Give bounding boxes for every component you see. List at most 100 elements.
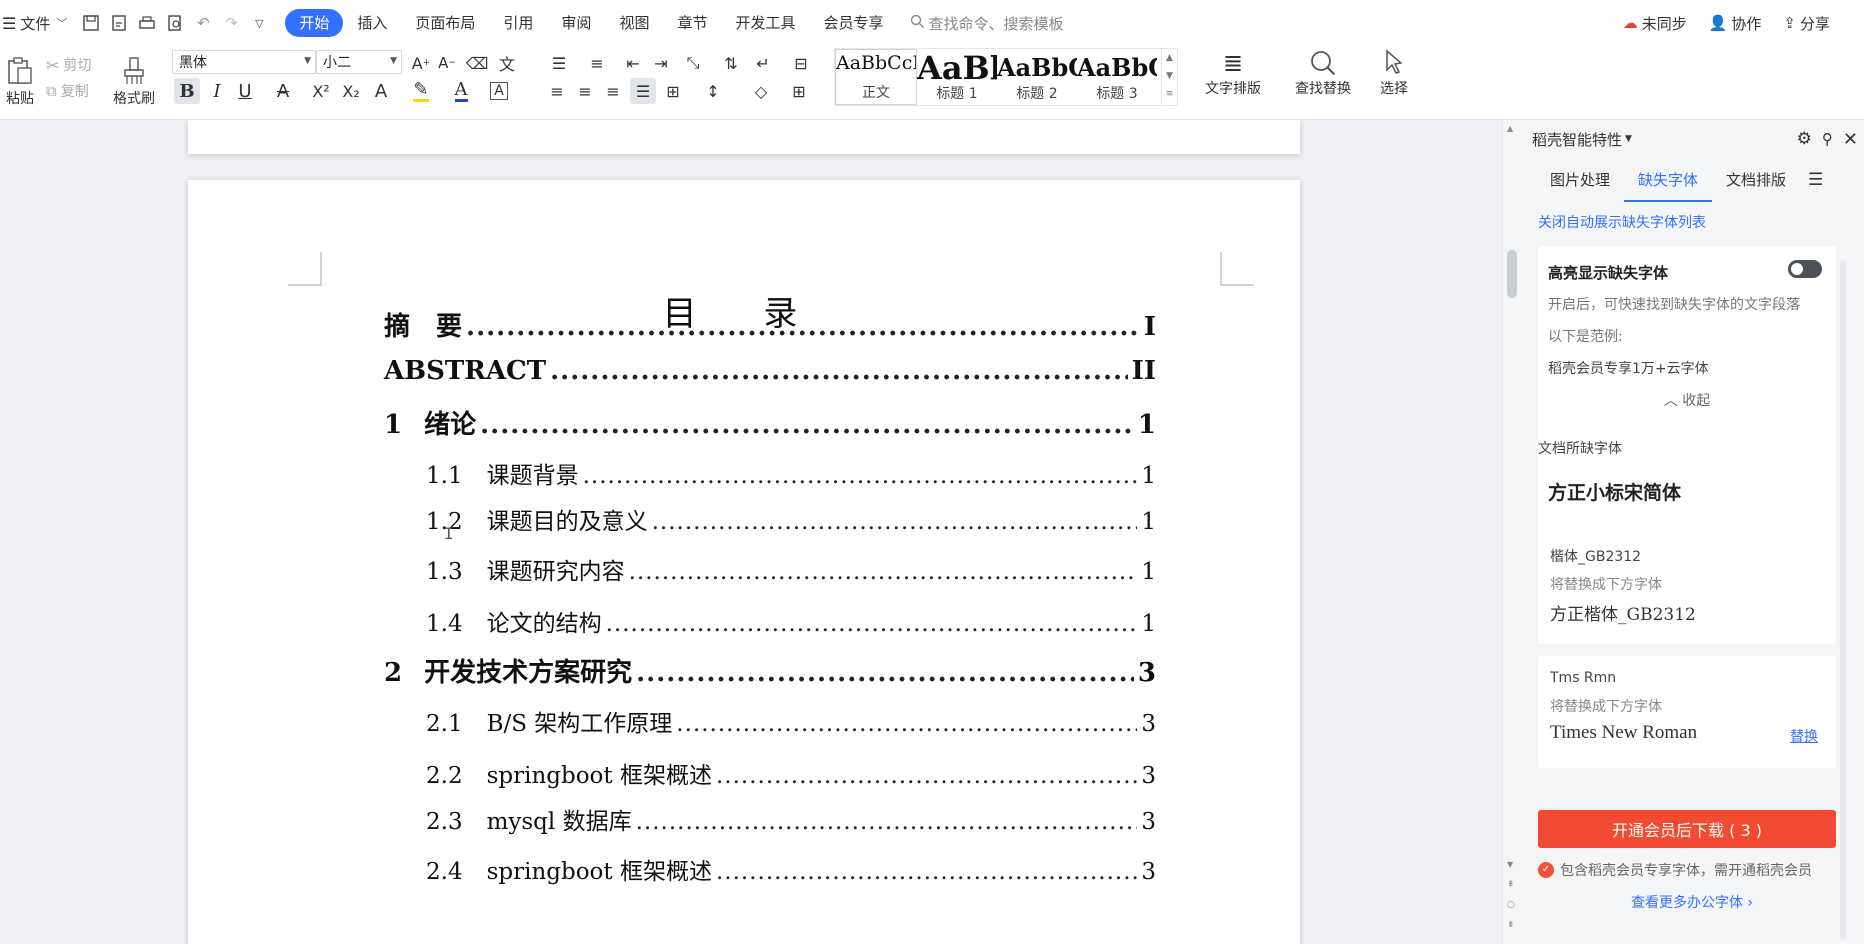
distributed-align-icon[interactable]: ⊞ [660,78,686,104]
tab-developer[interactable]: 开发工具 [721,8,809,38]
show-marks-icon[interactable]: ↵ [750,50,776,76]
style-heading-1[interactable]: AaBl 标题 1 [917,49,997,105]
table-tools-icon[interactable]: ⊟ [788,50,814,76]
toc-entry[interactable]: 2.4 springboot 框架概述......................… [426,852,1156,886]
tab-page-layout[interactable]: 页面布局 [401,8,489,38]
tab-view[interactable]: 视图 [605,8,663,38]
toc-entry[interactable]: 1.4 论文的结构................................… [426,604,1156,638]
underline-button[interactable]: U [232,78,258,104]
text-effect-button[interactable]: A [368,78,394,104]
font-color-button[interactable]: A [448,78,474,104]
print-icon[interactable] [135,11,159,35]
format-painter-button[interactable]: 格式刷 [108,50,160,114]
scrollbar-thumb[interactable] [1507,250,1517,298]
panel-title[interactable]: 稻壳智能特性 [1532,129,1622,150]
more-menu-icon[interactable]: ☰ [1808,170,1823,190]
save-icon[interactable] [79,11,103,35]
sync-status[interactable]: ☁ 未同步 [1623,13,1687,34]
tab-image-processing[interactable]: 图片处理 [1536,158,1624,202]
missing-font-item[interactable]: 方正小标宋简体 [1538,462,1836,520]
style-heading-2[interactable]: AaBbC 标题 2 [997,49,1077,105]
increase-font-icon[interactable]: A + [408,50,434,76]
toc-entry[interactable]: 2.1 B/S 架构工作原理...........................… [426,704,1156,738]
align-right-icon[interactable]: ≡ [600,78,626,104]
collaborate-button[interactable]: 👤 协作 [1709,13,1762,34]
copy-button[interactable]: ⧉ 复制 [46,80,89,102]
more-fonts-link[interactable]: 查看更多办公字体 › [1520,892,1864,912]
decrease-font-icon[interactable]: A − [434,50,460,76]
styles-scroll[interactable]: ▲ ▼ ≡ [1161,49,1177,105]
replace-link[interactable]: 替换 [1790,726,1818,746]
toc-entry[interactable]: 1.3 课题研究内容...............................… [426,552,1156,586]
font-name-select[interactable]: 黑体 ▼ [172,50,316,74]
subscript-button[interactable]: X₂ [338,78,364,104]
chevron-down-icon[interactable]: ▼ [1625,134,1632,144]
tab-insert[interactable]: 插入 [343,8,401,38]
text-direction-icon[interactable]: ⤡ [680,50,706,76]
char-border-button[interactable]: A [486,78,512,104]
clear-format-icon[interactable]: ⌫ [464,50,490,76]
panel-scrollbar[interactable] [1840,260,1846,940]
toc-entry[interactable]: 2.3 mysql 数据库............................… [426,802,1156,836]
font-size-select[interactable]: 小二 ▼ [316,50,402,74]
select-button[interactable]: 选择 [1366,48,1422,104]
italic-button[interactable]: I [204,78,230,104]
quick-access-dropdown-icon[interactable]: ▽ [247,11,271,35]
close-icon[interactable]: ✕ [1843,129,1858,150]
pin-icon[interactable]: ⚲ [1822,130,1833,148]
tab-references[interactable]: 引用 [489,8,547,38]
toc-entry[interactable]: 1 绪论.....................................… [384,404,1156,441]
toc-entry[interactable]: ABSTRACT................................… [384,356,1156,386]
collapse-button[interactable]: ︿ 收起 [1538,390,1836,410]
share-button[interactable]: ⇪ 分享 [1783,13,1830,34]
toc-entry[interactable]: 2.2 springboot 框架概述......................… [426,756,1156,790]
missing-font-item[interactable]: 楷体_GB2312 将替换成下方字体 方正楷体_GB2312 [1538,532,1836,644]
print-preview-icon[interactable] [163,11,187,35]
style-heading-3[interactable]: AaBbC 标题 3 [1077,49,1157,105]
phonetic-guide-icon[interactable]: 文 [494,50,520,76]
download-button[interactable]: 开通会员后下载 ( 3 ) [1538,810,1836,848]
superscript-button[interactable]: X² [308,78,334,104]
cut-button[interactable]: ✂ 剪切 [46,54,91,76]
sort-icon[interactable]: ⇅ [718,50,744,76]
toc-entry[interactable]: 2 开发技术方案研究...............................… [384,652,1156,689]
export-pdf-icon[interactable] [107,11,131,35]
toc-entry[interactable]: 1.1 课题背景.................................… [426,456,1156,490]
file-menu[interactable]: ☰ 文件 ﹀ [0,8,77,38]
line-spacing-icon[interactable]: ↕ [700,78,726,104]
toc-entry[interactable]: 摘 要.....................................… [384,306,1156,343]
bullet-list-icon[interactable]: ☰ [546,50,572,76]
numbered-list-icon[interactable]: ≡ [584,50,610,76]
undo-icon[interactable]: ↶ [191,11,215,35]
increase-indent-icon[interactable]: ⇥ [648,50,674,76]
close-auto-show-link[interactable]: 关闭自动展示缺失字体列表 [1538,212,1706,232]
missing-font-item[interactable]: Tms Rmn 将替换成下方字体 Times New Roman 替换 [1538,656,1836,768]
justify-icon[interactable]: ☰ [630,78,656,104]
tab-doc-layout[interactable]: 文档排版 [1712,158,1800,202]
document-scrollbar[interactable]: ▲ ▼ ⇞ ○ ⇟ [1502,120,1520,944]
tab-review[interactable]: 审阅 [547,8,605,38]
tab-section[interactable]: 章节 [663,8,721,38]
tab-home[interactable]: 开始 [285,9,344,37]
command-search[interactable]: 查找命令、搜索模板 [910,13,1064,34]
redo-icon[interactable]: ↷ [219,11,243,35]
page-select-icon[interactable]: ○ [1507,900,1515,910]
decrease-indent-icon[interactable]: ⇤ [620,50,646,76]
align-center-icon[interactable]: ≡ [572,78,598,104]
document-page[interactable]: 目 录 摘 要.................................… [188,180,1300,944]
borders-icon[interactable]: ⊞ [786,78,812,104]
toc-entry[interactable]: 1.2 课题目的及意义..............................… [426,502,1156,536]
highlight-color-button[interactable]: ✎ [408,78,434,104]
gear-icon[interactable]: ⚙ [1797,129,1812,149]
align-left-icon[interactable]: ≡ [544,78,570,104]
prev-page-icon[interactable]: ⇞ [1507,880,1515,890]
shading-icon[interactable]: ◇ [748,78,774,104]
tab-member[interactable]: 会员专享 [809,8,897,38]
style-normal[interactable]: AaBbCcDd 正文 [835,49,917,105]
strikethrough-button[interactable]: A [270,78,296,104]
paste-button[interactable]: 粘贴 [0,50,40,114]
next-page-icon[interactable]: ⇟ [1507,920,1515,930]
bold-button[interactable]: B [174,78,200,104]
text-layout-button[interactable]: ≣ 文字排版 [1196,48,1270,104]
find-replace-button[interactable]: 查找替换 [1286,48,1360,104]
